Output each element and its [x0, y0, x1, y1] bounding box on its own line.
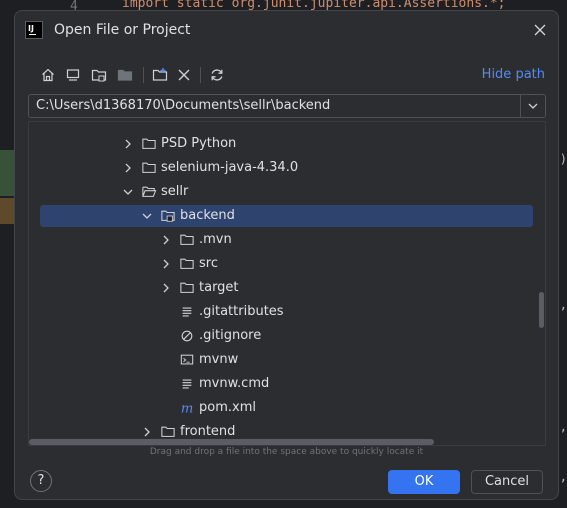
- tree-item-label: src: [199, 256, 218, 271]
- chevron-right-icon[interactable]: [160, 258, 172, 270]
- tree-item-target[interactable]: target: [29, 277, 545, 301]
- delete-icon: [178, 69, 190, 81]
- chevron-down-icon[interactable]: [122, 186, 134, 198]
- close-button[interactable]: [530, 21, 550, 41]
- module-folder-button[interactable]: [114, 64, 136, 86]
- tree-item-gitignore[interactable]: .gitignore: [29, 325, 545, 349]
- tree-item-label: target: [199, 280, 239, 295]
- toolbar-separator: [143, 67, 144, 83]
- tree-item-label: .gitignore: [199, 328, 262, 343]
- tree-item-label: mvnw: [199, 352, 239, 367]
- tree-item-label: frontend: [180, 424, 236, 439]
- tree-item-label: pom.xml: [199, 400, 256, 415]
- tree-item-sellr[interactable]: sellr: [29, 181, 545, 205]
- project-folder-button[interactable]: [88, 64, 110, 86]
- folder-icon: [142, 138, 156, 149]
- editor-gutter-marker: [0, 150, 14, 196]
- hide-path-link[interactable]: Hide path: [482, 67, 545, 82]
- text-file-icon: [182, 307, 192, 317]
- tree-item-images[interactable]: images: [29, 445, 545, 446]
- editor-glyph: ,: [559, 420, 567, 434]
- shell-file-icon: [180, 354, 194, 365]
- project-folder-icon: [91, 69, 107, 82]
- editor-glyph: ,: [559, 470, 567, 484]
- chevron-right-icon[interactable]: [122, 138, 134, 150]
- module-folder-icon: [117, 69, 133, 81]
- chevron-right-icon[interactable]: [141, 426, 153, 438]
- tree-item-label: sellr: [161, 184, 189, 199]
- tree-item-psd-python[interactable]: PSD Python: [29, 133, 545, 157]
- vertical-scrollbar[interactable]: [539, 292, 544, 328]
- folder-icon: [142, 162, 156, 173]
- ok-button[interactable]: OK: [388, 470, 460, 494]
- file-tree[interactable]: images frontend m pom.xml mvnw.cmd mvnw .gitig…: [28, 121, 546, 446]
- refresh-icon: [211, 69, 223, 81]
- home-button[interactable]: [37, 64, 59, 86]
- path-history-dropdown[interactable]: [520, 95, 545, 117]
- folder-icon: [180, 282, 194, 293]
- tree-item-label: selenium-java-4.34.0: [161, 160, 299, 175]
- maven-file-icon: m: [181, 401, 193, 415]
- editor-gutter-marker: [0, 198, 14, 224]
- folder-icon: [180, 258, 194, 269]
- editor-glyph: ,: [559, 298, 567, 312]
- tree-item-label: backend: [180, 208, 235, 223]
- path-input[interactable]: C:\Users\d1368170\Documents\sellr\backen…: [28, 94, 546, 118]
- text-file-icon: [182, 379, 192, 389]
- tree-item-label: mvnw.cmd: [199, 376, 270, 391]
- new-folder-icon: [152, 68, 168, 81]
- chevron-right-icon[interactable]: [122, 162, 134, 174]
- tree-item-src[interactable]: src: [29, 253, 545, 277]
- path-value: C:\Users\d1368170\Documents\sellr\backen…: [36, 98, 331, 113]
- tree-item-label: PSD Python: [161, 136, 237, 151]
- chevron-right-icon[interactable]: [160, 234, 172, 246]
- tree-item-mvnw-cmd[interactable]: mvnw.cmd: [29, 373, 545, 397]
- folder-icon: [180, 234, 194, 245]
- ignore-file-icon: [181, 330, 193, 342]
- desktop-button[interactable]: [62, 64, 84, 86]
- tree-item-pom-xml[interactable]: m pom.xml: [29, 397, 545, 421]
- cancel-button[interactable]: Cancel: [471, 470, 543, 494]
- delete-button[interactable]: [173, 64, 195, 86]
- dialog-titlebar: IJ Open File or Project: [15, 11, 558, 49]
- desktop-icon: [66, 69, 80, 81]
- intellij-logo-icon: IJ: [25, 21, 43, 39]
- project-folder-icon: [161, 210, 175, 222]
- tree-item-backend[interactable]: backend: [29, 205, 545, 229]
- horizontal-scrollbar[interactable]: [29, 439, 434, 445]
- open-folder-icon: [142, 186, 157, 197]
- new-folder-button[interactable]: [149, 64, 171, 86]
- home-icon: [42, 68, 54, 82]
- chevron-down-icon: [528, 103, 538, 109]
- tree-item-mvn[interactable]: .mvn: [29, 229, 545, 253]
- svg-text:m: m: [181, 401, 193, 415]
- chevron-down-icon[interactable]: [141, 210, 153, 222]
- folder-icon: [161, 426, 175, 437]
- tree-item-selenium-java-4-34-0[interactable]: selenium-java-4.34.0: [29, 157, 545, 181]
- tree-item-mvnw[interactable]: mvnw: [29, 349, 545, 373]
- tree-item-label: .mvn: [199, 232, 232, 247]
- toolbar-separator: [200, 67, 201, 83]
- drag-drop-hint: Drag and drop a file into the space abov…: [149, 447, 424, 457]
- selection-highlight: [40, 205, 533, 227]
- tree-item-label: .gitattributes: [199, 304, 284, 319]
- tree-item-gitattributes[interactable]: .gitattributes: [29, 301, 545, 325]
- toolbar: Hide path: [37, 64, 546, 88]
- refresh-button[interactable]: [206, 64, 228, 86]
- chevron-right-icon[interactable]: [160, 282, 172, 294]
- editor-glyph: ): [559, 152, 567, 166]
- close-icon: [534, 24, 546, 36]
- dialog-title: Open File or Project: [54, 22, 191, 38]
- open-file-dialog: IJ Open File or Project Hide path C:\Use…: [14, 10, 559, 500]
- help-button[interactable]: ?: [30, 470, 52, 492]
